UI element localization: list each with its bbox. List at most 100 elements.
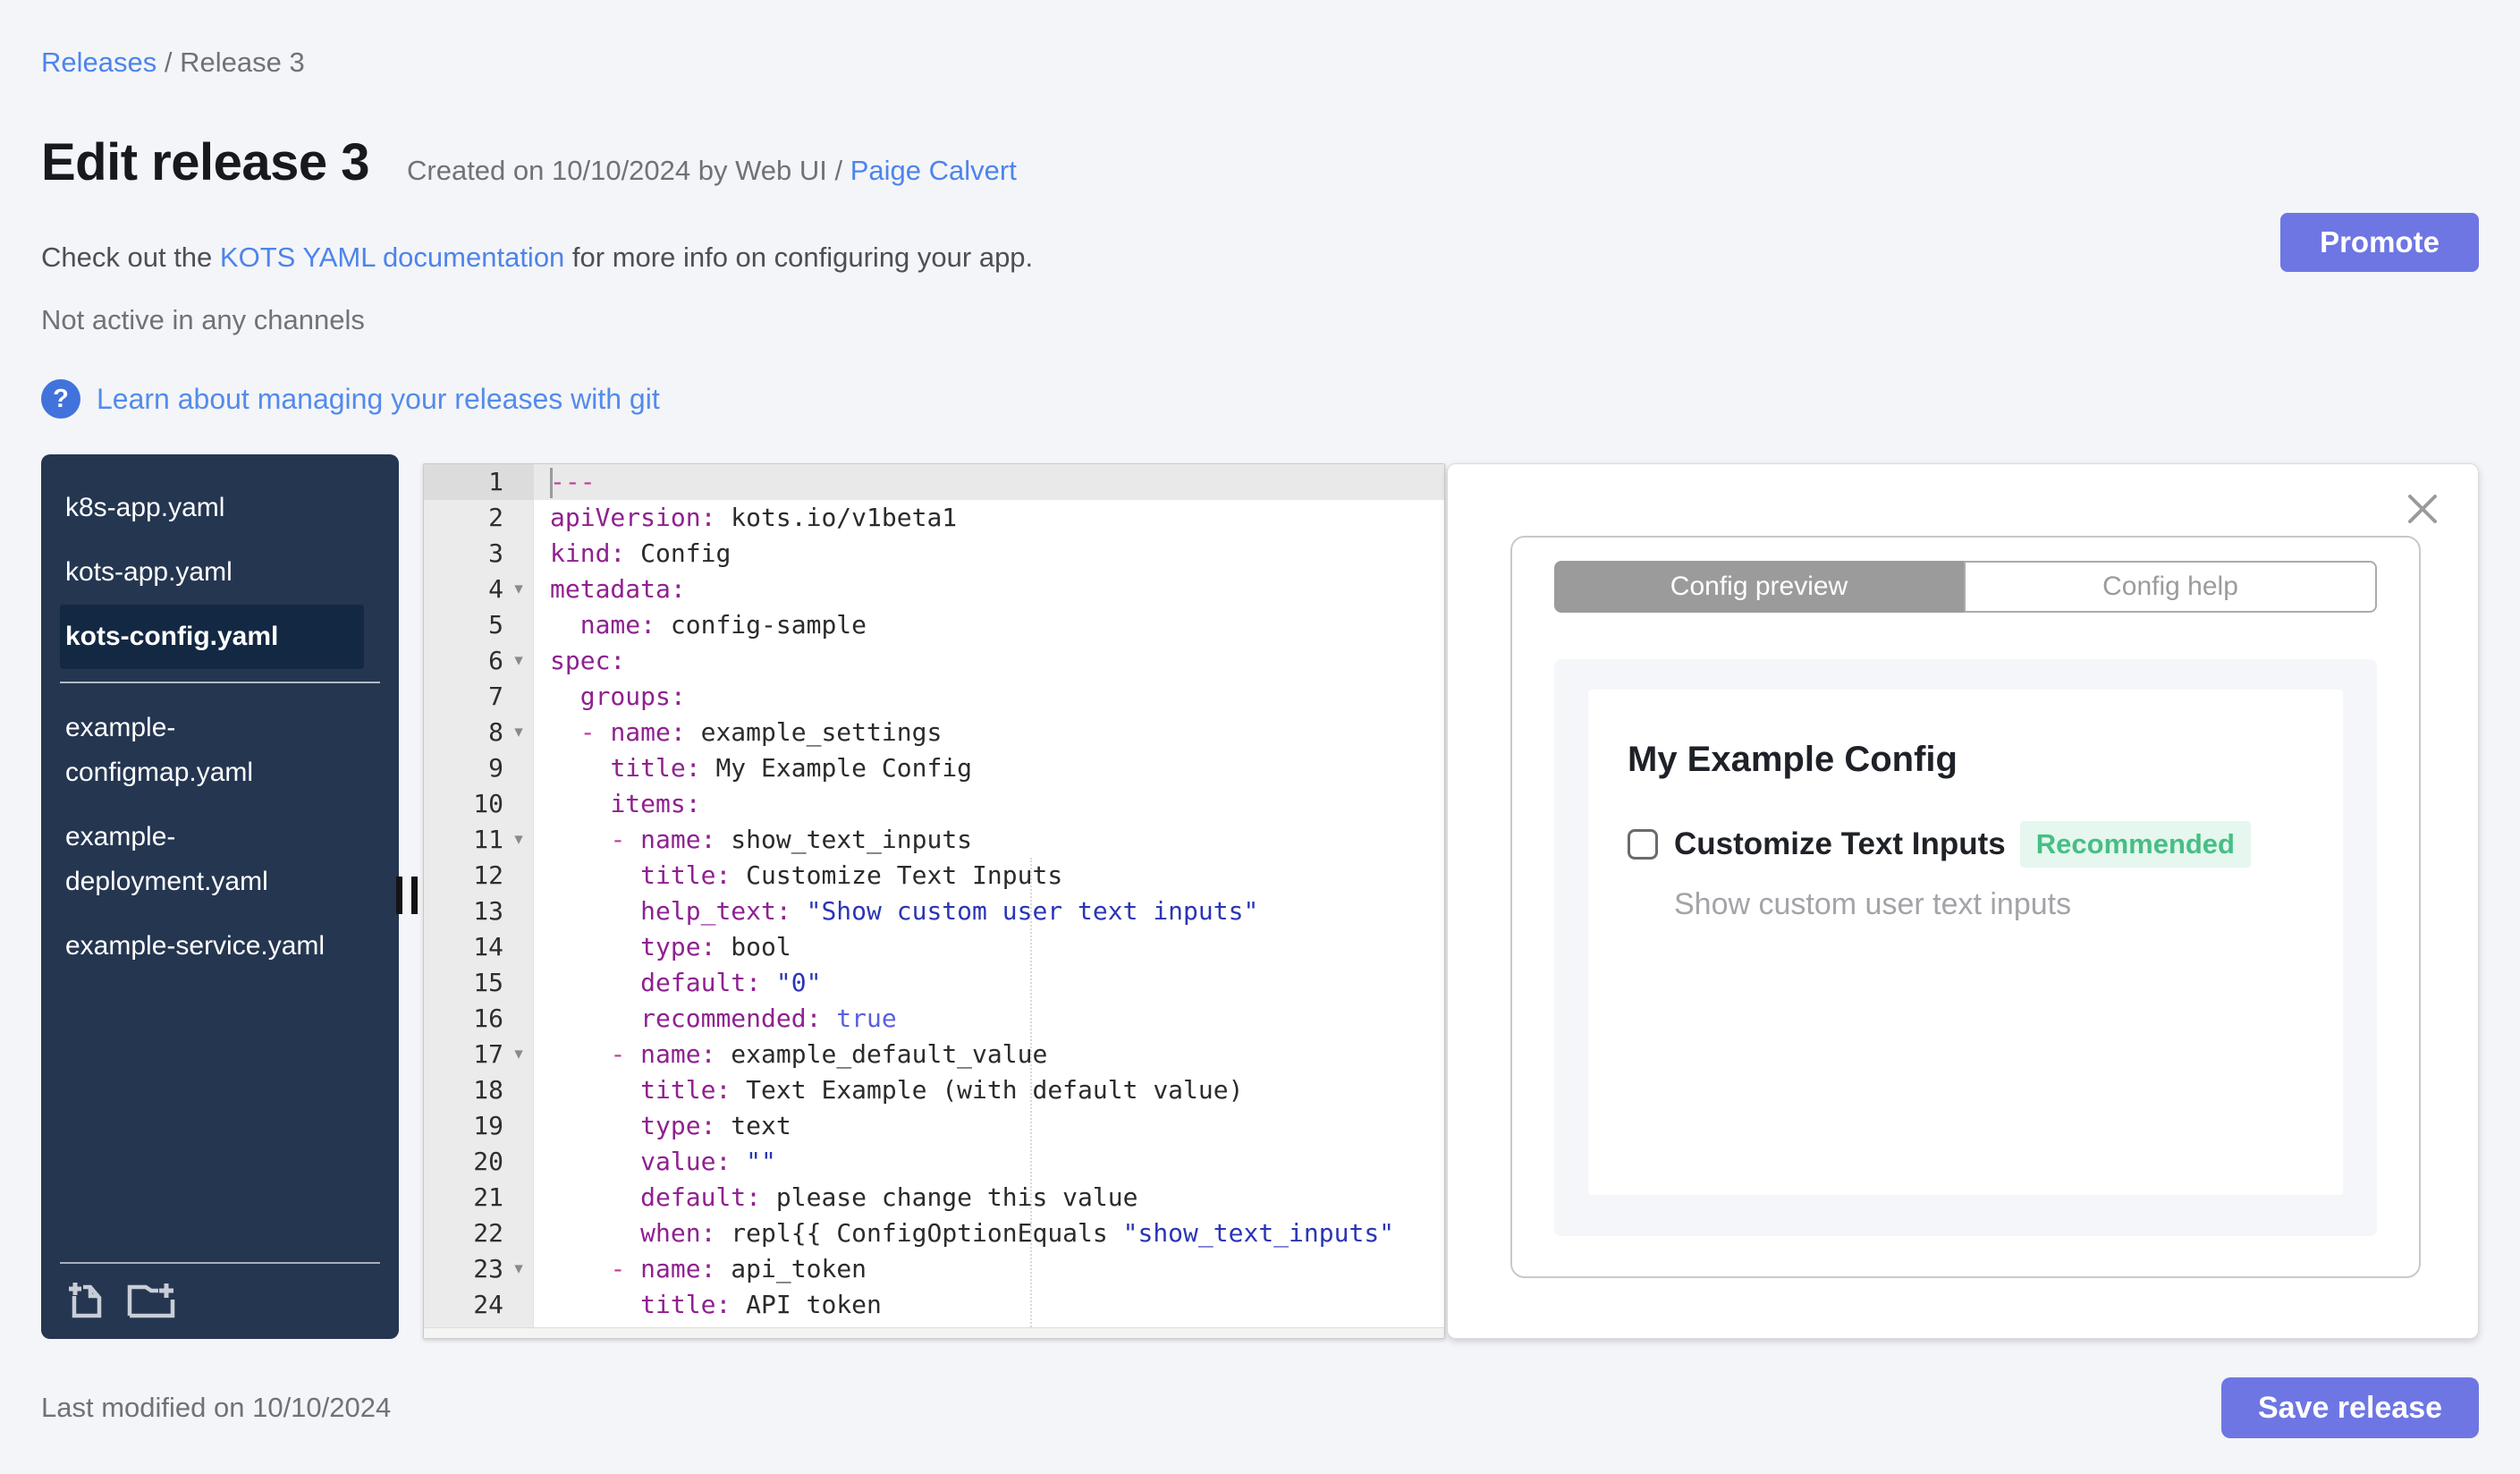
code-line-21[interactable]: 21 default: please change this value xyxy=(424,1180,1444,1216)
git-help-row: ? Learn about managing your releases wit… xyxy=(41,379,660,419)
sidebar-file-kots-config.yaml[interactable]: kots-config.yaml xyxy=(60,605,364,669)
yaml-editor[interactable]: 1 --- 2 apiVersion: kots.io/v1beta1 3 kind: C… xyxy=(423,463,1445,1339)
line-number-13: 13 xyxy=(473,896,503,926)
code-line-22[interactable]: 22 when: repl{{ ConfigOptionEquals "show… xyxy=(424,1216,1444,1251)
line-number-8: 8 ▾ xyxy=(424,715,534,750)
code-text-19: type: text xyxy=(640,1111,791,1140)
line-number-11: 11 ▾ xyxy=(424,822,534,858)
customize-text-inputs-checkbox[interactable] xyxy=(1628,829,1658,860)
config-item-label: Customize Text Inputs xyxy=(1674,826,2006,861)
line-number-25: 25 xyxy=(424,1323,534,1327)
breadcrumb: Releases / Release 3 xyxy=(41,47,305,79)
code-line-24[interactable]: 24 title: API token xyxy=(424,1287,1444,1323)
promote-button[interactable]: Promote xyxy=(2280,213,2479,272)
code-line-1[interactable]: 1 --- xyxy=(424,464,1444,500)
fold-arrow-icon[interactable]: ▾ xyxy=(503,572,534,607)
fold-arrow-icon[interactable]: ▾ xyxy=(503,822,534,858)
code-line-8[interactable]: 8 ▾ - name: example_settings xyxy=(424,715,1444,750)
code-line-12[interactable]: 12 title: Customize Text Inputs xyxy=(424,858,1444,894)
code-text-3: kind: Config xyxy=(550,538,731,568)
config-item-help: Show custom user text inputs xyxy=(1674,887,2072,921)
code-line-3[interactable]: 3 kind: Config xyxy=(424,536,1444,572)
tab-config-help[interactable]: Config help xyxy=(1964,561,2377,613)
code-line-7[interactable]: 7 groups: xyxy=(424,679,1444,715)
code-text-13: help_text: "Show custom user text inputs… xyxy=(640,896,1259,926)
question-mark-icon: ? xyxy=(41,379,80,419)
line-number-9: 9 xyxy=(488,753,503,783)
code-line-18[interactable]: 18 title: Text Example (with default val… xyxy=(424,1072,1444,1108)
code-line-17[interactable]: 17 ▾ - name: example_default_value xyxy=(424,1037,1444,1072)
tab-config-preview[interactable]: Config preview xyxy=(1554,561,1964,613)
sidebar-file-example-service.yaml[interactable]: example-service.yaml xyxy=(60,914,364,978)
line-number-24: 24 xyxy=(473,1290,503,1319)
kots-yaml-docs-link[interactable]: KOTS YAML documentation xyxy=(220,241,564,273)
channel-status: Not active in any channels xyxy=(41,304,365,335)
code-line-19[interactable]: 19 type: text xyxy=(424,1108,1444,1144)
fold-arrow-icon[interactable]: ▾ xyxy=(503,715,534,750)
release-editor-page: Releases / Release 3 Edit release 3 Crea… xyxy=(0,0,2520,1474)
code-line-15[interactable]: 15 default: "0" xyxy=(424,965,1444,1001)
sidebar-file-k8s-app.yaml[interactable]: k8s-app.yaml xyxy=(60,476,364,540)
code-text-12: title: Customize Text Inputs xyxy=(640,860,1063,890)
docs-line: Check out the KOTS YAML documentation fo… xyxy=(41,241,1033,274)
author-link[interactable]: Paige Calvert xyxy=(850,155,1017,186)
code-line-25[interactable]: 25 type: password xyxy=(424,1323,1444,1327)
code-text-17: - name: example_default_value xyxy=(610,1039,1048,1069)
fold-arrow-icon[interactable]: ▾ xyxy=(503,1251,534,1287)
sidebar-file-example-configmap.yaml[interactable]: example-configmap.yaml xyxy=(60,696,364,805)
line-number-20: 20 xyxy=(473,1147,503,1176)
line-number-6: 6 ▾ xyxy=(424,643,534,679)
code-line-6[interactable]: 6 ▾ spec: xyxy=(424,643,1444,679)
code-line-10[interactable]: 10 items: xyxy=(424,786,1444,822)
line-number-16: 16 xyxy=(473,1004,503,1033)
breadcrumb-releases-link[interactable]: Releases xyxy=(41,47,156,78)
docs-line-suffix: for more info on configuring your app. xyxy=(564,241,1034,273)
last-modified-text: Last modified on 10/10/2024 xyxy=(41,1392,392,1423)
code-line-4[interactable]: 4 ▾ metadata: xyxy=(424,572,1444,607)
line-number-1: 1 xyxy=(424,464,534,500)
code-line-2[interactable]: 2 apiVersion: kots.io/v1beta1 xyxy=(424,500,1444,536)
code-text-15: default: "0" xyxy=(640,968,822,997)
page-title: Edit release 3 xyxy=(41,133,370,191)
new-file-icon[interactable] xyxy=(65,1278,106,1319)
line-number-10: 10 xyxy=(473,789,503,818)
sidebar-file-kots-app.yaml[interactable]: kots-app.yaml xyxy=(60,540,364,605)
fold-arrow-icon[interactable]: ▾ xyxy=(503,643,534,679)
code-text-23: - name: api_token xyxy=(610,1254,867,1283)
code-text-14: type: bool xyxy=(640,932,791,961)
code-text-9: title: My Example Config xyxy=(610,753,973,783)
code-text-4: metadata: xyxy=(550,574,686,604)
fold-arrow-icon[interactable]: ▾ xyxy=(503,1037,534,1072)
docs-line-prefix: Check out the xyxy=(41,241,220,273)
resize-handle-left[interactable] xyxy=(396,877,418,914)
code-line-16[interactable]: 16 recommended: true xyxy=(424,1001,1444,1037)
code-line-20[interactable]: 20 value: "" xyxy=(424,1144,1444,1180)
editor-content[interactable]: 1 --- 2 apiVersion: kots.io/v1beta1 3 kind: C… xyxy=(424,464,1444,1327)
code-line-14[interactable]: 14 type: bool xyxy=(424,929,1444,965)
line-number-15: 15 xyxy=(473,968,503,997)
code-line-23[interactable]: 23 ▾ - name: api_token xyxy=(424,1251,1444,1287)
line-number-4: 4 ▾ xyxy=(424,572,534,607)
editor-horizontal-scrollbar[interactable] xyxy=(424,1327,1444,1338)
code-text-21: default: please change this value xyxy=(640,1182,1138,1212)
line-number-21: 21 xyxy=(473,1182,503,1212)
code-line-13[interactable]: 13 help_text: "Show custom user text inp… xyxy=(424,894,1444,929)
config-item-row: Customize Text Inputs Recommended xyxy=(1628,821,2304,868)
close-icon[interactable] xyxy=(2405,491,2440,527)
line-number-17: 17 ▾ xyxy=(424,1037,534,1072)
code-text-25: type: password xyxy=(534,1323,1444,1327)
code-line-11[interactable]: 11 ▾ - name: show_text_inputs xyxy=(424,822,1444,858)
save-release-button[interactable]: Save release xyxy=(2221,1377,2479,1438)
created-text: Created on 10/10/2024 by Web UI / xyxy=(407,155,850,186)
config-group-card: My Example Config Customize Text Inputs … xyxy=(1588,690,2343,1195)
footer: Last modified on 10/10/2024 Save release xyxy=(41,1377,2479,1438)
sidebar-file-example-deployment.yaml[interactable]: example-deployment.yaml xyxy=(60,805,364,914)
code-text-16: recommended: true xyxy=(640,1004,897,1033)
line-number-23: 23 ▾ xyxy=(424,1251,534,1287)
code-line-5[interactable]: 5 name: config-sample xyxy=(424,607,1444,643)
git-releases-link[interactable]: Learn about managing your releases with … xyxy=(97,383,660,416)
new-folder-icon[interactable] xyxy=(126,1278,178,1319)
code-line-9[interactable]: 9 title: My Example Config xyxy=(424,750,1444,786)
line-number-18: 18 xyxy=(473,1075,503,1105)
file-sidebar: k8s-app.yaml kots-app.yaml kots-config.yam… xyxy=(41,454,399,1339)
